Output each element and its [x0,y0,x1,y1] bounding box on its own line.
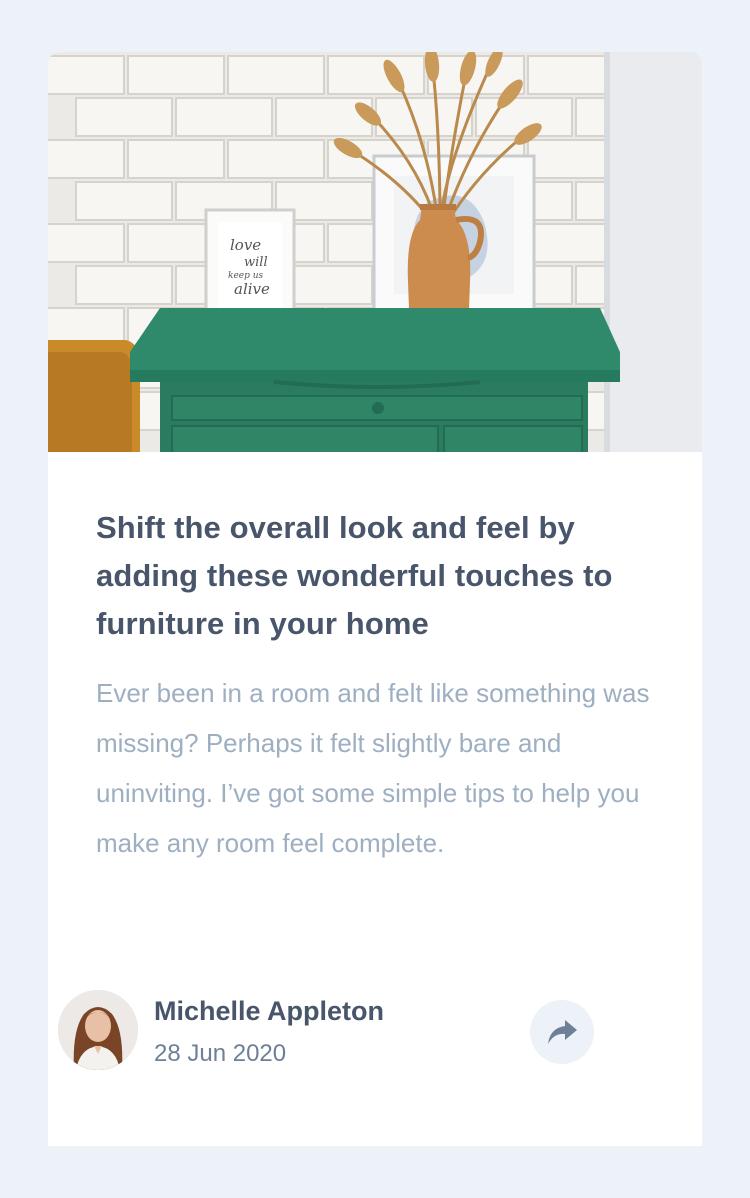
publish-date: 28 Jun 2020 [154,1040,287,1067]
author-name: Michelle Appleton [154,996,385,1026]
author-bar: Michelle Appleton 28 Jun 2020 [58,990,598,1072]
hero-image: love will keep us alive [48,52,702,452]
avatar [58,990,138,1070]
article-content: Shift the overall look and feel by addin… [96,504,656,868]
svg-text:will: will [244,255,268,270]
svg-text:alive: alive [234,280,270,298]
article-card: love will keep us alive Shift the overal… [48,52,702,1146]
article-title[interactable]: Shift the overall look and feel by addin… [96,504,656,648]
article-excerpt: Ever been in a room and felt like someth… [96,678,650,858]
share-arrow-icon [548,1020,577,1044]
share-button[interactable] [530,1000,594,1064]
svg-text:love: love [230,236,261,254]
